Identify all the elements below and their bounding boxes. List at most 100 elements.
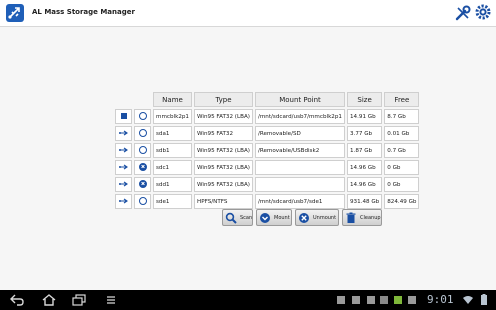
mount-point-cell: /mnt/sdcard/usb7/mmcblk2p1 bbox=[254, 109, 345, 124]
column-header-name[interactable]: Name bbox=[153, 92, 192, 107]
sdcard-icon bbox=[120, 112, 127, 119]
filesystem-type-cell: Win95 FAT32 (LBA) bbox=[194, 109, 253, 124]
mount-state-cell[interactable] bbox=[134, 160, 151, 175]
app-title: AL Mass Storage Manager bbox=[32, 8, 135, 16]
usb-icon bbox=[119, 164, 128, 170]
clock: 9:01 bbox=[427, 293, 454, 306]
table-row[interactable]: sdd1 Win95 FAT32 (LBA) 14.96 Gb 0 Gb bbox=[115, 177, 420, 192]
mount-point-cell: /Removable/USBdisk2 bbox=[254, 143, 345, 158]
mount-point-cell bbox=[254, 160, 345, 175]
device-name-cell: mmcblk2p1 bbox=[153, 109, 192, 124]
mounted-state-icon[interactable] bbox=[138, 128, 147, 137]
table-row[interactable]: sda1 Win95 FAT32/Removable/SD 3.77 Gb 0.01 … bbox=[115, 126, 420, 141]
table-row[interactable]: sde1 HPFS/NTFS/mnt/sdcard/usb7/sde1 931.48… bbox=[115, 194, 420, 209]
magnifier-icon bbox=[225, 212, 237, 224]
mount-state-cell[interactable] bbox=[134, 177, 151, 192]
title-bar: AL Mass Storage Manager bbox=[0, 0, 496, 27]
mounted-state-icon[interactable] bbox=[138, 145, 147, 154]
mounted-state-icon[interactable] bbox=[138, 111, 147, 120]
device-name-cell: sdc1 bbox=[153, 160, 192, 175]
mount-button[interactable]: Mount bbox=[256, 209, 292, 226]
table-row[interactable]: sdc1 Win95 FAT32 (LBA) 14.96 Gb 0 Gb bbox=[115, 160, 420, 175]
cleanup-label: Cleanup bbox=[360, 215, 381, 221]
header-spacer bbox=[134, 92, 151, 107]
device-type-cell bbox=[115, 177, 132, 192]
device-name-cell: sda1 bbox=[153, 126, 192, 141]
usb-app-icon bbox=[6, 4, 24, 22]
usb-icon bbox=[119, 181, 128, 187]
unmount-button[interactable]: Unmount bbox=[295, 209, 339, 226]
filesystem-type-cell: Win95 FAT32 (LBA) bbox=[194, 160, 253, 175]
usb-icon bbox=[119, 147, 128, 153]
filesystem-type-cell: Win95 FAT32 bbox=[194, 126, 253, 141]
column-header-size[interactable]: Size bbox=[346, 92, 383, 107]
column-header-mount-point[interactable]: Mount Point bbox=[254, 92, 345, 107]
size-cell: 14.96 Gb bbox=[346, 177, 383, 192]
device-type-cell bbox=[115, 126, 132, 141]
size-cell: 3.77 Gb bbox=[346, 126, 383, 141]
unmounted-state-icon[interactable] bbox=[138, 162, 147, 171]
system-navigation-bar: 9:01 bbox=[0, 290, 496, 310]
storage-table: Name Type Mount Point Size Free mmcblk2p… bbox=[113, 90, 421, 211]
battery-icon bbox=[481, 294, 487, 305]
size-cell: 14.91 Gb bbox=[346, 109, 383, 124]
scan-button[interactable]: Scan bbox=[222, 209, 253, 226]
device-type-cell bbox=[115, 194, 132, 209]
filesystem-type-cell: Win95 FAT32 (LBA) bbox=[194, 143, 253, 158]
mount-point-cell: /mnt/sdcard/usb7/sde1 bbox=[254, 194, 345, 209]
mount-state-cell[interactable] bbox=[134, 194, 151, 209]
free-space-cell: 824.49 Gb bbox=[384, 194, 420, 209]
notification-icon bbox=[408, 296, 416, 304]
device-type-cell bbox=[115, 109, 132, 124]
notification-icon bbox=[367, 296, 375, 304]
mount-point-cell: /Removable/SD bbox=[254, 126, 345, 141]
notification-icon bbox=[337, 296, 345, 304]
device-type-cell bbox=[115, 143, 132, 158]
free-space-cell: 0 Gb bbox=[384, 177, 420, 192]
device-name-cell: sdb1 bbox=[153, 143, 192, 158]
free-space-cell: 8.7 Gb bbox=[384, 109, 420, 124]
table-row[interactable]: sdb1 Win95 FAT32 (LBA)/Removable/USBdisk2… bbox=[115, 143, 420, 158]
home-icon[interactable] bbox=[42, 294, 56, 306]
mount-state-cell[interactable] bbox=[134, 143, 151, 158]
device-name-cell: sdd1 bbox=[153, 177, 192, 192]
free-space-cell: 0.01 Gb bbox=[384, 126, 420, 141]
size-cell: 14.96 Gb bbox=[346, 160, 383, 175]
gear-icon[interactable] bbox=[474, 3, 492, 21]
unmount-label: Unmount bbox=[313, 215, 337, 221]
free-space-cell: 0 Gb bbox=[384, 160, 420, 175]
mount-icon bbox=[260, 213, 270, 223]
mounted-state-icon[interactable] bbox=[138, 196, 147, 205]
recent-apps-icon[interactable] bbox=[72, 294, 86, 306]
wrench-screwdriver-icon[interactable] bbox=[455, 5, 471, 21]
usb-icon bbox=[119, 198, 128, 204]
mount-state-cell[interactable] bbox=[134, 109, 151, 124]
unmount-icon bbox=[299, 213, 309, 223]
mount-label: Mount bbox=[274, 215, 290, 221]
column-header-type[interactable]: Type bbox=[194, 92, 253, 107]
header-spacer bbox=[115, 92, 132, 107]
wifi-icon bbox=[463, 296, 473, 304]
menu-icon[interactable] bbox=[104, 294, 118, 306]
free-space-cell: 0.7 Gb bbox=[384, 143, 420, 158]
device-type-cell bbox=[115, 160, 132, 175]
scan-label: Scan bbox=[240, 215, 253, 221]
mount-point-cell bbox=[254, 177, 345, 192]
table-header-row: Name Type Mount Point Size Free bbox=[115, 92, 420, 107]
notification-icon bbox=[352, 296, 360, 304]
filesystem-type-cell: HPFS/NTFS bbox=[194, 194, 253, 209]
usb-notification-icon bbox=[380, 296, 388, 304]
filesystem-type-cell: Win95 FAT32 (LBA) bbox=[194, 177, 253, 192]
cleanup-button[interactable]: Cleanup bbox=[342, 209, 382, 226]
column-header-free[interactable]: Free bbox=[384, 92, 420, 107]
trash-icon bbox=[346, 212, 356, 223]
table-row[interactable]: mmcblk2p1 Win95 FAT32 (LBA)/mnt/sdcard/us… bbox=[115, 109, 420, 124]
android-icon bbox=[394, 296, 402, 304]
unmounted-state-icon[interactable] bbox=[138, 179, 147, 188]
size-cell: 931.48 Gb bbox=[346, 194, 383, 209]
usb-icon bbox=[119, 130, 128, 136]
mount-state-cell[interactable] bbox=[134, 126, 151, 141]
size-cell: 1.87 Gb bbox=[346, 143, 383, 158]
device-name-cell: sde1 bbox=[153, 194, 192, 209]
back-icon[interactable] bbox=[10, 294, 24, 306]
